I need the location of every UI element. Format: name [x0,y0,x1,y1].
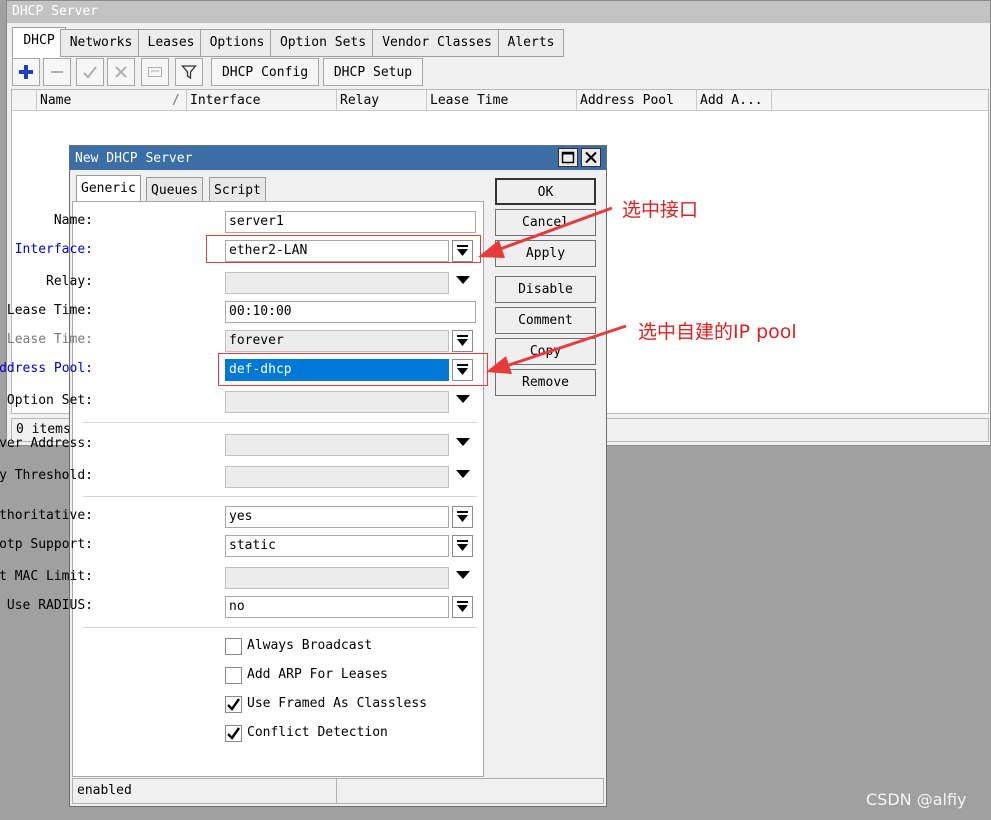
annotation-arrows [478,206,627,374]
interface-arrow-head [478,240,505,258]
address-pool-annotation: 选中自建的IP pool [638,321,797,343]
pool-arrow-line [499,324,627,370]
watermark: CSDN @alfiy [866,790,967,809]
pool-arrow-head [486,356,512,374]
interface-annotation: 选中接口 [622,199,699,221]
interface-arrow-line [491,206,613,254]
